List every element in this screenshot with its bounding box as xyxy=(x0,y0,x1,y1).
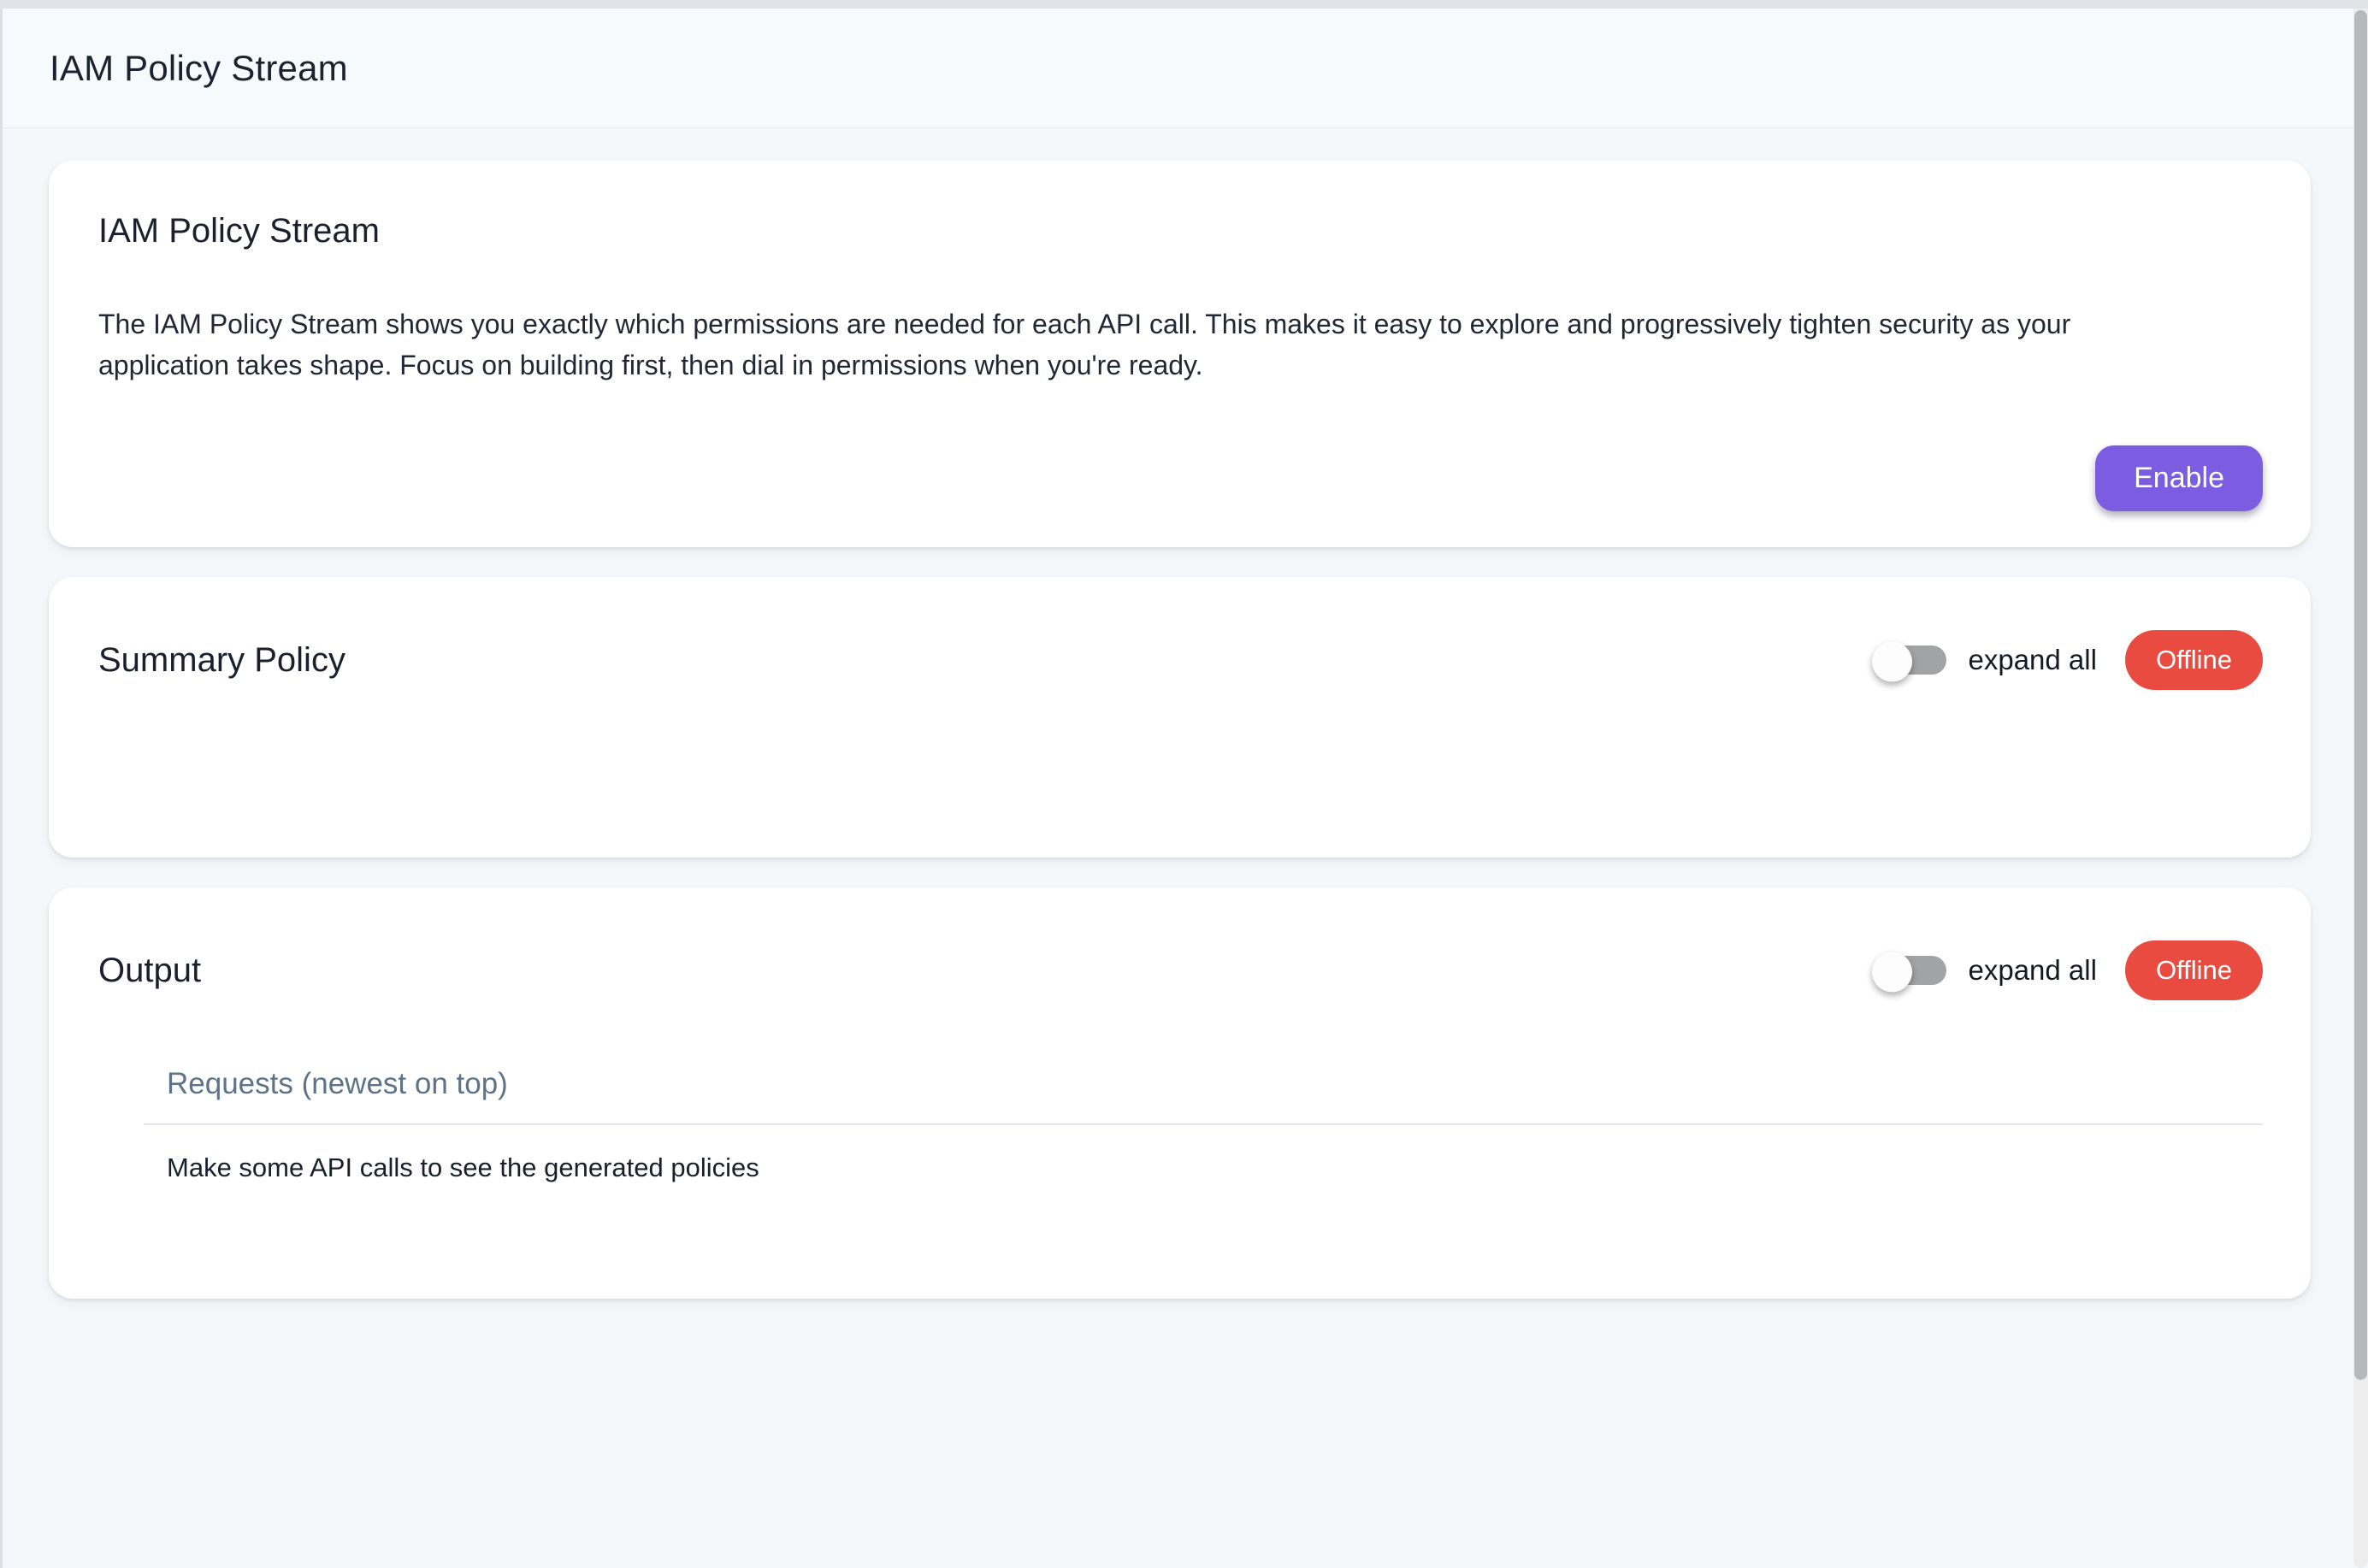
requests-heading: Requests (newest on top) xyxy=(144,1067,2263,1123)
summary-expand-all-label: expand all xyxy=(1969,644,2097,676)
output-expand-all-label: expand all xyxy=(1969,954,2097,987)
intro-card-title: IAM Policy Stream xyxy=(98,212,2263,251)
output-expand-toggle[interactable] xyxy=(1874,956,1946,985)
window-left-border xyxy=(0,0,3,1568)
output-card: Output expand all Offline Requests (newe… xyxy=(49,887,2311,1299)
intro-card: IAM Policy Stream The IAM Policy Stream … xyxy=(49,161,2311,547)
enable-button[interactable]: Enable xyxy=(2095,445,2263,511)
output-title: Output xyxy=(98,952,201,990)
scrollbar-thumb[interactable] xyxy=(2354,10,2367,1380)
output-expand-toggle-knob[interactable] xyxy=(1872,952,1912,992)
app-header: IAM Policy Stream xyxy=(3,9,2353,128)
page-title: IAM Policy Stream xyxy=(50,48,348,89)
summary-policy-header: Summary Policy expand all Offline xyxy=(98,630,2263,690)
summary-expand-toggle-knob[interactable] xyxy=(1872,641,1912,681)
summary-status-badge[interactable]: Offline xyxy=(2125,630,2263,690)
output-status-badge[interactable]: Offline xyxy=(2125,940,2263,1000)
summary-policy-card: Summary Policy expand all Offline xyxy=(49,577,2311,858)
window-top-border xyxy=(0,0,2368,9)
intro-card-description: The IAM Policy Stream shows you exactly … xyxy=(98,304,2185,386)
summary-policy-title: Summary Policy xyxy=(98,641,345,680)
main-content: IAM Policy Stream The IAM Policy Stream … xyxy=(3,129,2353,1568)
output-header: Output expand all Offline xyxy=(98,940,2263,1000)
intro-card-actions: Enable xyxy=(98,445,2263,511)
requests-section: Requests (newest on top) Make some API c… xyxy=(144,1067,2263,1183)
scrollbar-track[interactable] xyxy=(2353,9,2368,1568)
requests-empty-message: Make some API calls to see the generated… xyxy=(144,1125,2263,1183)
summary-expand-toggle[interactable] xyxy=(1874,645,1946,675)
